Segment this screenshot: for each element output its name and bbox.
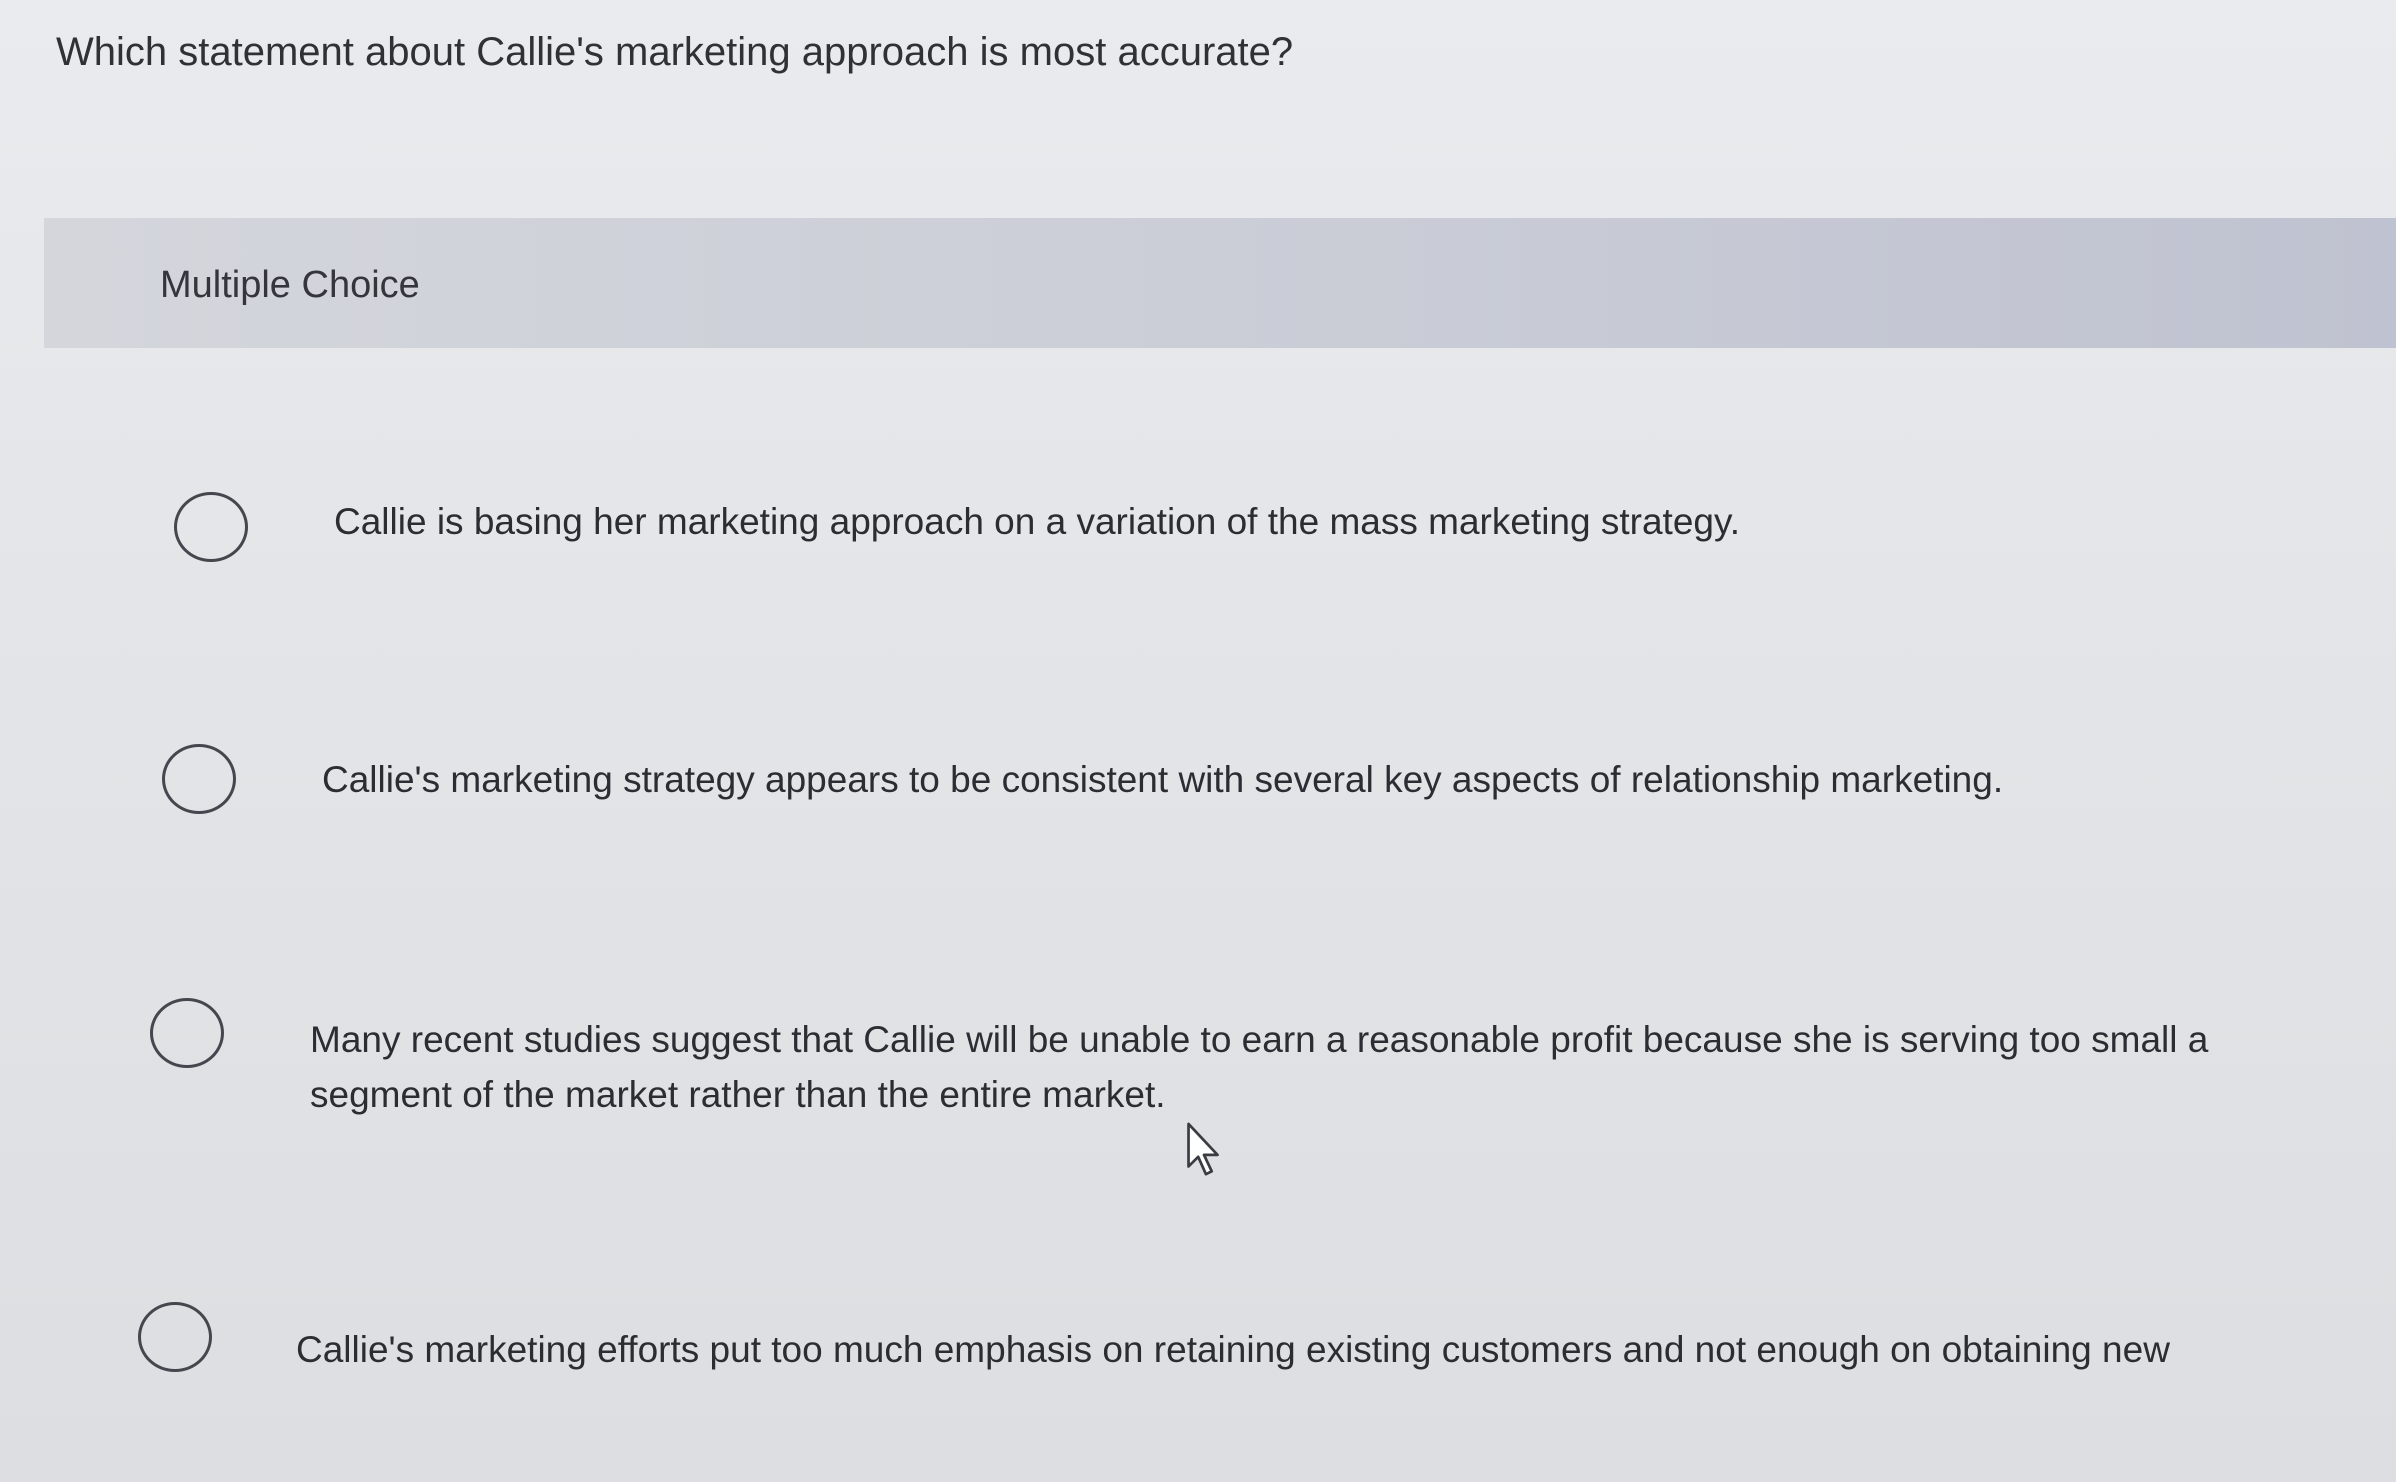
- multiple-choice-header: Multiple Choice: [44, 218, 2396, 348]
- mouse-pointer-icon: [1187, 1122, 1219, 1176]
- answer-option-label[interactable]: Callie is basing her marketing approach …: [334, 494, 1740, 549]
- radio-button-icon[interactable]: [174, 492, 248, 562]
- radio-button-icon[interactable]: [138, 1302, 212, 1372]
- answer-option-label[interactable]: Callie's marketing efforts put too much …: [296, 1322, 2170, 1377]
- radio-button-icon[interactable]: [150, 998, 224, 1068]
- answer-option-2[interactable]: Callie's marketing strategy appears to b…: [162, 744, 2003, 814]
- answer-option-label[interactable]: Many recent studies suggest that Callie …: [310, 1012, 2325, 1122]
- answer-option-4[interactable]: Callie's marketing efforts put too much …: [138, 1302, 2170, 1377]
- multiple-choice-label: Multiple Choice: [160, 264, 420, 306]
- answer-option-3[interactable]: Many recent studies suggest that Callie …: [150, 998, 2325, 1122]
- radio-button-icon[interactable]: [162, 744, 236, 814]
- answer-option-1[interactable]: Callie is basing her marketing approach …: [174, 492, 1740, 562]
- answer-option-label[interactable]: Callie's marketing strategy appears to b…: [322, 752, 2003, 807]
- question-text: Which statement about Callie's marketing…: [56, 30, 1294, 74]
